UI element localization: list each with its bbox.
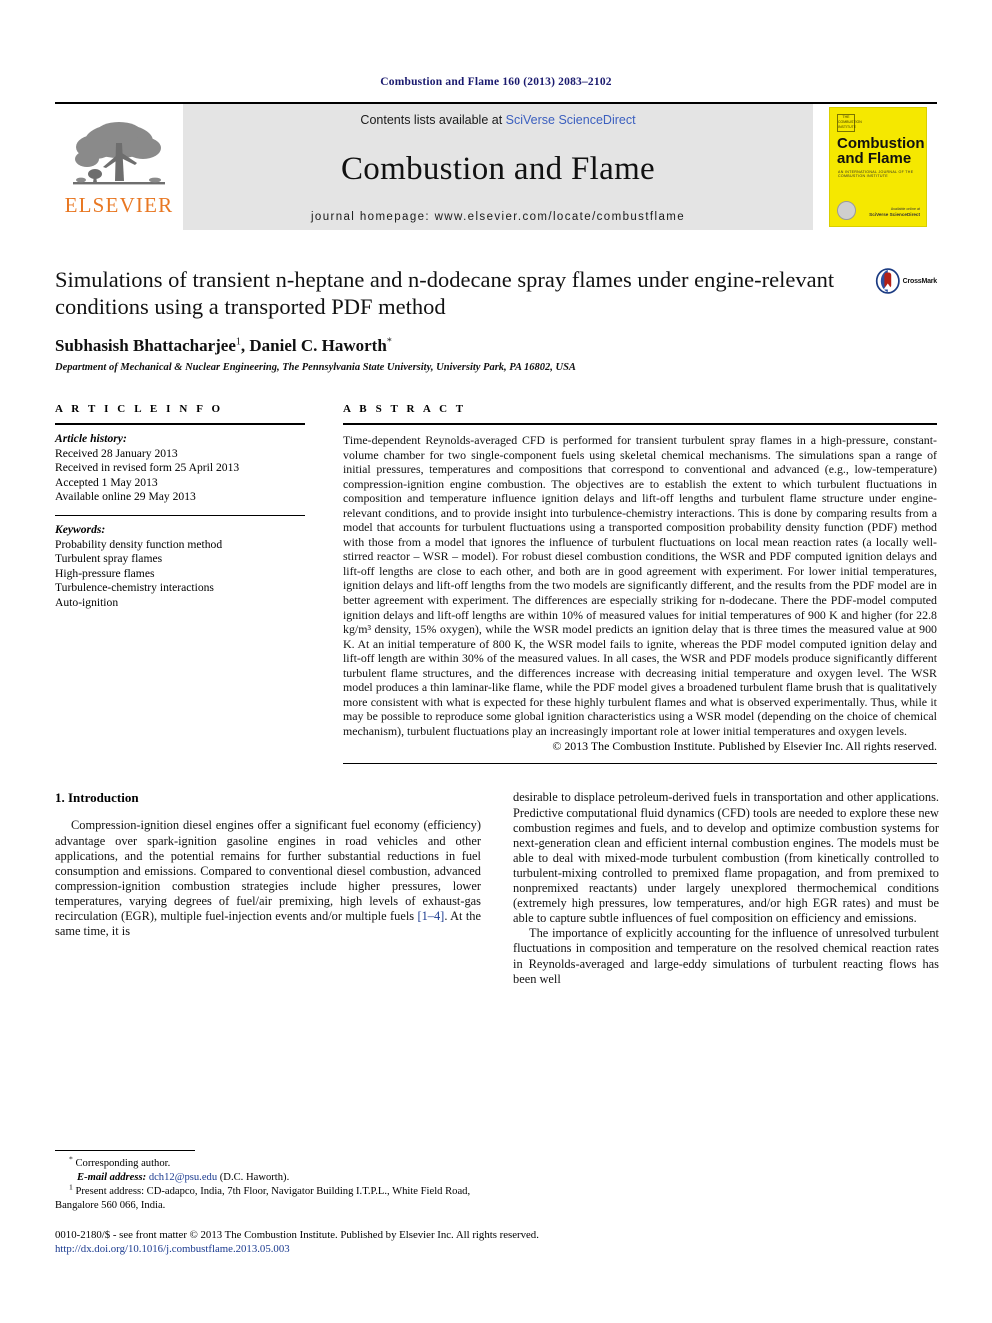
cover-subtitle: AN INTERNATIONAL JOURNAL OF THE COMBUSTI… bbox=[838, 170, 914, 178]
journal-title: Combustion and Flame bbox=[341, 150, 655, 187]
abstract-column: A B S T R A C T Time-dependent Reynolds-… bbox=[343, 403, 937, 765]
keywords-label: Keywords: bbox=[55, 522, 106, 536]
elsevier-wordmark: ELSEVIER bbox=[64, 192, 174, 217]
journal-homepage[interactable]: journal homepage: www.elsevier.com/locat… bbox=[311, 211, 685, 223]
crossmark-label: CrossMark bbox=[902, 277, 938, 285]
imprint-block: 0010-2180/$ - see front matter © 2013 Th… bbox=[55, 1228, 755, 1256]
doi-link[interactable]: http://dx.doi.org/10.1016/j.combustflame… bbox=[55, 1242, 755, 1256]
present-address-text: Present address: CD-adapco, India, 7th F… bbox=[55, 1186, 471, 1211]
footnote-present-address: 1 Present address: CD-adapco, India, 7th… bbox=[55, 1182, 481, 1211]
elsevier-tree-icon bbox=[73, 121, 165, 184]
abstract-heading: A B S T R A C T bbox=[343, 403, 467, 415]
journal-masthead: ELSEVIER Contents lists available at Sci… bbox=[55, 102, 937, 230]
section-heading-introduction: 1. Introduction bbox=[55, 790, 139, 806]
cover-disc-icon bbox=[837, 201, 856, 220]
body-two-column: 1. Introduction Compression-ignition die… bbox=[55, 790, 939, 986]
history-item: Received in revised form 25 April 2013 bbox=[55, 461, 240, 475]
abstract-text: Time-dependent Reynolds-averaged CFD is … bbox=[343, 433, 937, 738]
article-info-heading: A R T I C L E I N F O bbox=[55, 403, 224, 415]
crossmark-icon bbox=[875, 268, 900, 294]
body-right-column: desirable to displace petroleum-derived … bbox=[513, 790, 939, 986]
footnotes: * Corresponding author. E-mail address: … bbox=[55, 1150, 481, 1213]
history-item: Available online 29 May 2013 bbox=[55, 490, 196, 504]
sciencedirect-link[interactable]: SciVerse ScienceDirect bbox=[506, 113, 636, 127]
combustion-institute-logo-icon: THE COMBUSTION INSTITUTE bbox=[837, 114, 862, 132]
keyword-item: Turbulent spray flames bbox=[55, 552, 163, 566]
history-item: Received 28 January 2013 bbox=[55, 446, 178, 460]
left-column-text: Compression-ignition diesel engines offe… bbox=[55, 818, 481, 939]
author-1: Subhasish Bhattacharjee bbox=[55, 336, 236, 355]
email-link[interactable]: dch12@psu.edu bbox=[149, 1172, 217, 1183]
affiliation: Department of Mechanical & Nuclear Engin… bbox=[55, 362, 576, 373]
article-info-column: A R T I C L E I N F O Article history: R… bbox=[55, 403, 305, 764]
cover-publisher-bold: SciVerse ScienceDirect bbox=[869, 212, 920, 217]
cover-image: THE COMBUSTION INSTITUTE Combustion and … bbox=[829, 107, 927, 227]
cover-publisher-small: Available online at bbox=[890, 207, 920, 211]
journal-cover-thumbnail: THE COMBUSTION INSTITUTE Combustion and … bbox=[813, 104, 937, 230]
page-title: Simulations of transient n-heptane and n… bbox=[55, 267, 835, 319]
footnote-corresponding-text: Corresponding author. bbox=[75, 1158, 171, 1169]
paragraph: The importance of explicitly accounting … bbox=[513, 926, 939, 986]
keyword-item: Auto-ignition bbox=[55, 595, 119, 609]
imprint-line: 0010-2180/$ - see front matter © 2013 Th… bbox=[55, 1229, 539, 1241]
footnote-marker-star: * bbox=[69, 1154, 73, 1164]
author-list: Subhasish Bhattacharjee1, Daniel C. Hawo… bbox=[55, 336, 937, 356]
author-2-marker: * bbox=[386, 336, 392, 348]
footnote-corresponding: * Corresponding author. bbox=[55, 1154, 481, 1170]
keyword-item: Turbulence-chemistry interactions bbox=[55, 581, 214, 595]
journal-band: Contents lists available at SciVerse Sci… bbox=[183, 104, 813, 230]
body-left-column: 1. Introduction Compression-ignition die… bbox=[55, 790, 481, 986]
abstract-copyright: © 2013 The Combustion Institute. Publish… bbox=[552, 739, 937, 754]
paper-page: Combustion and Flame 160 (2013) 2083–210… bbox=[0, 0, 992, 1323]
elsevier-logo: ELSEVIER bbox=[55, 104, 183, 230]
article-info-body: Article history: Received 28 January 201… bbox=[55, 425, 305, 611]
cover-publisher: Available online at SciVerse ScienceDire… bbox=[869, 207, 920, 218]
keyword-item: Probability density function method bbox=[55, 537, 223, 551]
author-2: , Daniel C. Haworth bbox=[240, 336, 387, 355]
paragraph: Compression-ignition diesel engines offe… bbox=[55, 818, 481, 939]
history-item: Accepted 1 May 2013 bbox=[55, 475, 158, 489]
contents-available-line: Contents lists available at SciVerse Sci… bbox=[360, 113, 635, 127]
paragraph: desirable to displace petroleum-derived … bbox=[513, 790, 939, 926]
footnote-email: E-mail address: dch12@psu.edu (D.C. Hawo… bbox=[55, 1171, 481, 1184]
paragraph-part-a: Compression-ignition diesel engines offe… bbox=[55, 818, 481, 924]
right-column-text: desirable to displace petroleum-derived … bbox=[513, 790, 939, 986]
footnote-rule bbox=[55, 1150, 195, 1151]
article-history-group: Article history: Received 28 January 201… bbox=[55, 432, 305, 505]
title-block: Simulations of transient n-heptane and n… bbox=[55, 266, 937, 373]
email-suffix: (D.C. Haworth). bbox=[219, 1172, 290, 1184]
contents-prefix: Contents lists available at bbox=[360, 113, 506, 127]
info-abstract-row: A R T I C L E I N F O Article history: R… bbox=[55, 403, 937, 765]
keyword-item: High-pressure flames bbox=[55, 566, 155, 580]
cover-title: Combustion and Flame bbox=[837, 135, 925, 167]
abstract-bottom-rule bbox=[343, 763, 937, 765]
email-label: E-mail address: bbox=[77, 1172, 147, 1184]
keywords-group: Keywords: Probability density function m… bbox=[55, 514, 305, 611]
article-history-label: Article history: bbox=[55, 432, 127, 445]
running-head: Combustion and Flame 160 (2013) 2083–210… bbox=[380, 76, 612, 88]
citation-link[interactable]: [1–4] bbox=[417, 909, 444, 923]
footnote-marker-one: 1 bbox=[69, 1182, 73, 1192]
crossmark-badge[interactable]: CrossMark bbox=[875, 258, 937, 304]
